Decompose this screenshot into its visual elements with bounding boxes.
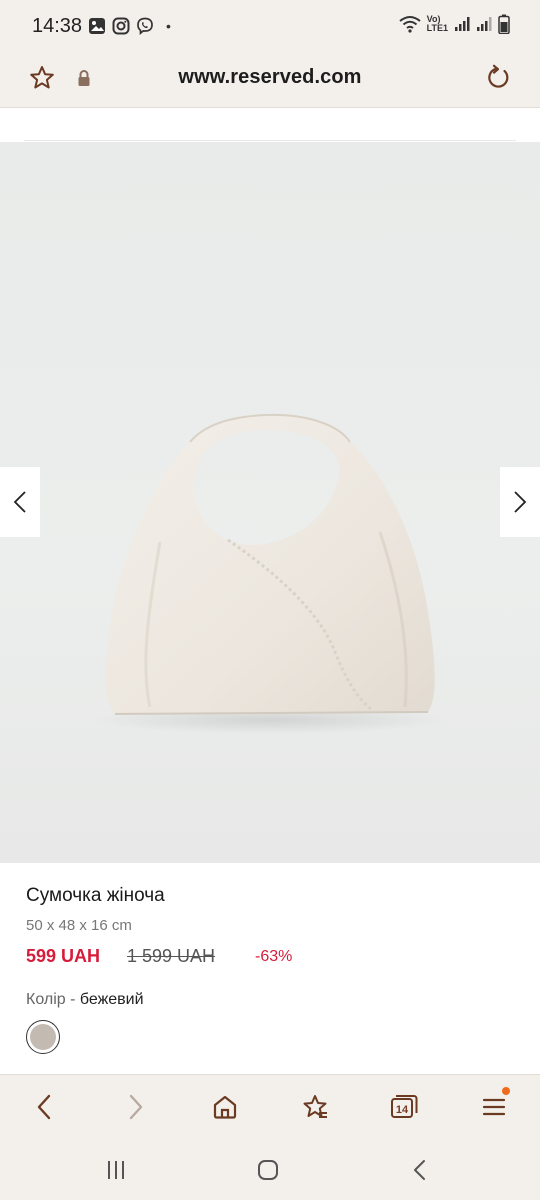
notification-dot xyxy=(502,1087,510,1095)
color-label: Колір - xyxy=(26,991,80,1008)
forward-button[interactable] xyxy=(118,1089,154,1125)
signal-2-icon xyxy=(477,17,492,31)
product-dimensions: 50 x 48 x 16 cm xyxy=(26,917,132,934)
product-image[interactable] xyxy=(0,142,540,863)
recents-button[interactable] xyxy=(102,1156,130,1184)
recents-icon xyxy=(108,1161,124,1179)
page-header-cutoff xyxy=(0,108,540,142)
price-old: 1 599 UAH xyxy=(127,946,216,966)
reload-icon[interactable] xyxy=(484,64,512,97)
status-more-dot: • xyxy=(166,18,171,34)
color-swatch-selected[interactable] xyxy=(26,1020,60,1054)
url-text[interactable]: www.reserved.com xyxy=(0,66,540,89)
gallery-prev-button[interactable] xyxy=(0,467,40,537)
color-row: Колір - бежевий xyxy=(26,991,144,1009)
gallery-icon xyxy=(89,18,105,34)
bag-illustration xyxy=(95,413,445,734)
home-icon xyxy=(258,1160,278,1180)
status-notification-icons: • xyxy=(88,17,171,35)
system-home-button[interactable] xyxy=(254,1156,282,1184)
viber-icon xyxy=(137,17,153,35)
color-value: бежевий xyxy=(79,991,144,1008)
bookmark-star-icon xyxy=(303,1095,327,1118)
color-swatch xyxy=(30,1024,56,1050)
bookmarks-button[interactable] xyxy=(297,1089,333,1125)
back-icon xyxy=(37,1094,51,1120)
instagram-icon xyxy=(112,17,130,35)
gallery-next-button[interactable] xyxy=(500,467,540,537)
volte-badge: Vo) LTE1 xyxy=(427,15,448,33)
divider xyxy=(24,140,516,141)
chevron-right-icon xyxy=(514,491,527,513)
status-time: 14:38 xyxy=(32,15,83,37)
home-icon xyxy=(213,1095,237,1119)
address-bar[interactable]: www.reserved.com xyxy=(0,54,540,108)
volte-label-bottom: LTE1 xyxy=(426,23,448,33)
tabs-button[interactable]: 14 xyxy=(386,1089,422,1125)
forward-icon xyxy=(129,1094,143,1120)
chevron-left-icon xyxy=(13,491,26,513)
wifi-icon xyxy=(399,16,421,33)
browser-toolbar: 14 xyxy=(0,1074,540,1138)
product-name: Сумочка жіноча xyxy=(26,885,165,906)
status-system-icons: Vo) LTE1 xyxy=(399,14,510,34)
menu-icon xyxy=(482,1098,506,1116)
back-icon xyxy=(414,1160,425,1180)
discount-badge: -63% xyxy=(255,948,293,965)
signal-1-icon xyxy=(455,17,470,31)
tabs-count: 14 xyxy=(395,1104,409,1116)
system-navigation-bar xyxy=(0,1138,540,1200)
system-back-button[interactable] xyxy=(406,1156,434,1184)
battery-icon xyxy=(498,14,510,34)
menu-button[interactable] xyxy=(476,1087,512,1125)
status-bar: 14:38 • Vo) LTE1 xyxy=(0,0,540,54)
price-current: 599 UAH xyxy=(26,946,101,966)
home-button[interactable] xyxy=(207,1089,243,1125)
back-button[interactable] xyxy=(26,1089,62,1125)
